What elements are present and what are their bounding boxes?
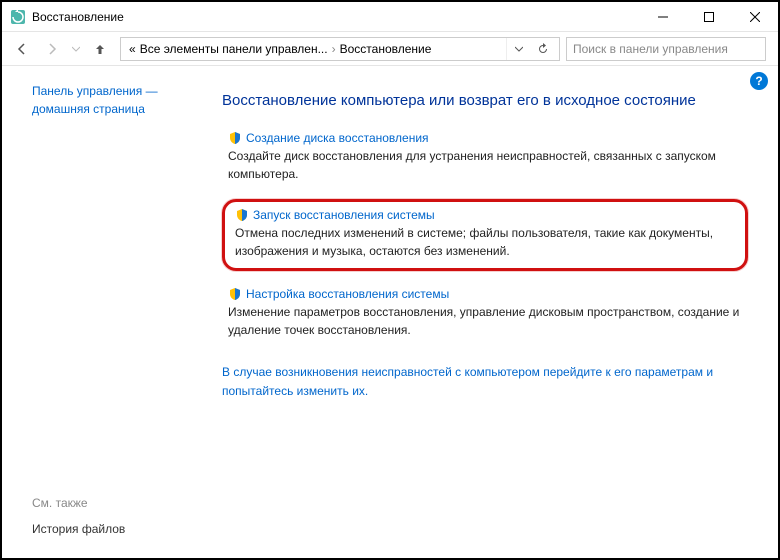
sidebar: Панель управления — домашняя страница См… (2, 66, 202, 558)
shield-icon (228, 131, 242, 145)
option-create-recovery-drive: Создание диска восстановления Создайте д… (222, 127, 748, 187)
forward-button[interactable] (38, 36, 66, 62)
back-button[interactable] (8, 36, 36, 62)
breadcrumb-prefix: « (129, 42, 136, 56)
recent-dropdown[interactable] (68, 36, 84, 62)
file-history-link[interactable]: История файлов (32, 522, 190, 536)
main-panel: ? Восстановление компьютера или возврат … (202, 66, 778, 558)
system-restore-link[interactable]: Запуск восстановления системы (253, 208, 435, 222)
option-desc: Изменение параметров восстановления, упр… (228, 303, 742, 339)
minimize-button[interactable] (640, 2, 686, 32)
option-configure-restore: Настройка восстановления системы Изменен… (222, 283, 748, 343)
navbar: « Все элементы панели управлен... › Восс… (2, 32, 778, 66)
shield-icon (235, 208, 249, 222)
up-button[interactable] (86, 36, 114, 62)
refresh-button[interactable] (531, 38, 555, 60)
maximize-button[interactable] (686, 2, 732, 32)
help-icon[interactable]: ? (750, 72, 768, 90)
control-panel-home-link[interactable]: Панель управления — домашняя страница (32, 82, 190, 118)
window-controls (640, 2, 778, 32)
create-recovery-drive-link[interactable]: Создание диска восстановления (246, 131, 429, 145)
breadcrumb-current[interactable]: Восстановление (340, 42, 432, 56)
window-title: Восстановление (32, 10, 640, 24)
close-button[interactable] (732, 2, 778, 32)
troubleshoot-settings-link[interactable]: В случае возникновения неисправностей с … (222, 363, 748, 401)
address-bar[interactable]: « Все элементы панели управлен... › Восс… (120, 37, 560, 61)
chevron-right-icon: › (332, 42, 336, 56)
search-input[interactable]: Поиск в панели управления (566, 37, 766, 61)
option-desc: Создайте диск восстановления для устране… (228, 147, 742, 183)
breadcrumb-parent[interactable]: Все элементы панели управлен... (140, 42, 328, 56)
search-placeholder: Поиск в панели управления (573, 42, 728, 56)
shield-icon (228, 287, 242, 301)
titlebar: Восстановление (2, 2, 778, 32)
option-system-restore: Запуск восстановления системы Отмена пос… (222, 199, 748, 271)
address-dropdown[interactable] (507, 38, 531, 60)
option-desc: Отмена последних изменений в системе; фа… (235, 224, 735, 260)
page-heading: Восстановление компьютера или возврат ег… (222, 92, 748, 109)
configure-restore-link[interactable]: Настройка восстановления системы (246, 287, 449, 301)
app-icon (10, 9, 26, 25)
see-also-label: См. также (32, 496, 190, 510)
content-area: Панель управления — домашняя страница См… (2, 66, 778, 558)
